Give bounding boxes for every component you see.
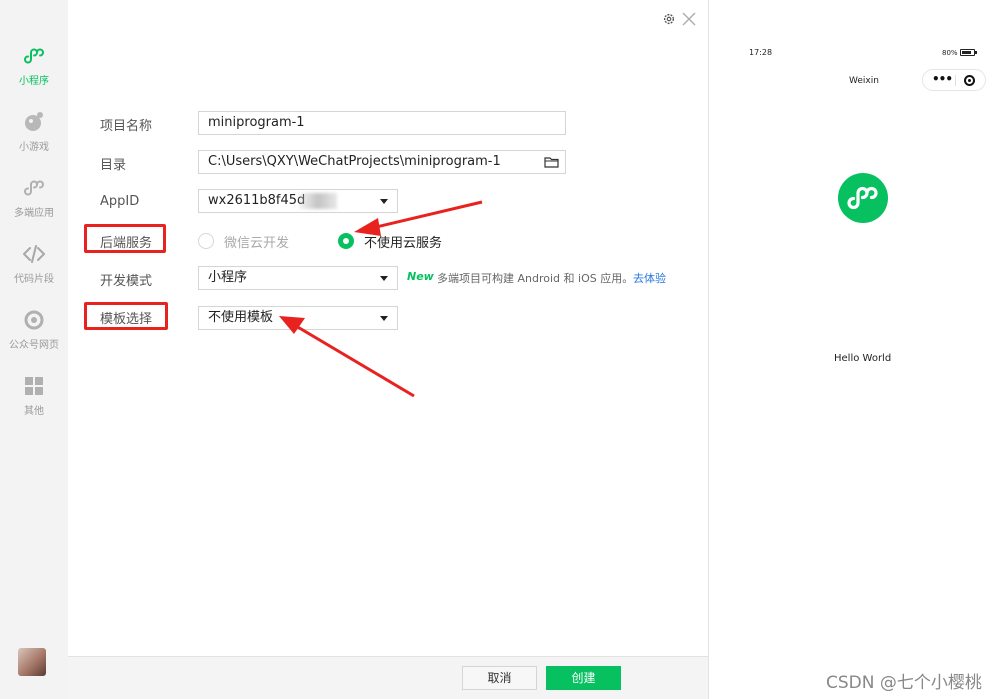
create-button[interactable]: 创建 <box>546 666 621 690</box>
template-value: 不使用模板 <box>208 310 274 325</box>
dev-mode-hint: 多端项目可构建 Android 和 iOS 应用。 <box>437 272 634 285</box>
sidebar-item-code-snippet[interactable]: 代码片段 <box>0 242 68 285</box>
radio-no-cloud[interactable] <box>338 233 354 249</box>
capsule-menu: ••• <box>922 69 986 91</box>
miniprogram-logo-icon <box>838 173 888 223</box>
status-time: 17:28 <box>749 48 773 57</box>
sidebar-item-label: 小程序 <box>19 76 49 87</box>
sidebar-item-official-account[interactable]: 公众号网页 <box>0 308 68 351</box>
sidebar-item-label: 代码片段 <box>14 274 54 285</box>
project-name-value: miniprogram-1 <box>208 115 305 130</box>
avatar[interactable] <box>18 648 46 676</box>
sidebar-item-label: 小游戏 <box>19 142 49 153</box>
project-name-label: 项目名称 <box>100 119 153 134</box>
hello-world-text: Hello World <box>834 353 892 364</box>
radio-no-cloud-label: 不使用云服务 <box>364 236 443 251</box>
sidebar-item-other[interactable]: 其他 <box>0 374 68 417</box>
redaction-blur <box>299 193 337 209</box>
appid-value: wx2611b8f45d <box>208 193 306 208</box>
official-account-icon <box>24 310 44 330</box>
chevron-down-icon <box>380 316 388 321</box>
chevron-down-icon <box>380 199 388 204</box>
folder-icon[interactable] <box>544 156 559 168</box>
multiplatform-icon <box>24 180 44 196</box>
watermark: CSDN @七个小樱桃 <box>826 673 982 693</box>
minigame-icon <box>25 112 43 131</box>
directory-input[interactable]: C:\Users\QXY\WeChatProjects\miniprogram-… <box>198 150 566 174</box>
new-badge: New <box>407 270 434 283</box>
more-icon: ••• <box>932 72 953 86</box>
sidebar: 小程序 小游戏 多端应用 代码片段 公众号网页 其他 <box>0 0 68 699</box>
sidebar-item-label: 多端应用 <box>14 208 54 219</box>
preview-title: Weixin <box>849 76 879 86</box>
grid-icon <box>25 377 43 395</box>
radio-cloud-dev-label: 微信云开发 <box>224 236 290 251</box>
sidebar-item-multiplatform[interactable]: 多端应用 <box>0 176 68 219</box>
miniprogram-icon <box>24 48 44 64</box>
template-select[interactable]: 不使用模板 <box>198 306 398 330</box>
dev-mode-label: 开发模式 <box>100 274 153 289</box>
dev-mode-select[interactable]: 小程序 <box>198 266 398 290</box>
annotation-box-backend <box>84 224 166 253</box>
cancel-button[interactable]: 取消 <box>462 666 537 690</box>
dev-mode-value: 小程序 <box>208 270 248 285</box>
sidebar-item-miniprogram[interactable]: 小程序 <box>0 44 68 87</box>
appid-select[interactable]: wx2611b8f45d <box>198 189 398 213</box>
exit-icon <box>964 75 975 86</box>
directory-value: C:\Users\QXY\WeChatProjects\miniprogram-… <box>208 154 501 169</box>
code-icon <box>23 245 45 263</box>
chevron-down-icon <box>380 276 388 281</box>
phone-preview: 17:28 80% Weixin ••• Hello World <box>708 0 1000 699</box>
create-project-panel: 项目名称 miniprogram-1 目录 C:\Users\QXY\WeCha… <box>68 0 708 699</box>
annotation-box-template <box>84 302 168 330</box>
sidebar-item-label: 公众号网页 <box>9 340 59 351</box>
directory-label: 目录 <box>100 158 127 173</box>
project-name-input[interactable]: miniprogram-1 <box>198 111 566 135</box>
appid-label: AppID <box>100 194 140 209</box>
radio-cloud-dev[interactable] <box>198 233 214 249</box>
capsule-divider <box>955 75 956 86</box>
battery-icon <box>960 49 977 56</box>
close-icon[interactable] <box>681 11 697 27</box>
battery-percent: 80% <box>942 49 958 57</box>
gear-icon[interactable] <box>662 12 676 26</box>
sidebar-item-label: 其他 <box>24 406 44 417</box>
try-it-link[interactable]: 去体验 <box>633 270 666 286</box>
sidebar-item-minigame[interactable]: 小游戏 <box>0 110 68 153</box>
